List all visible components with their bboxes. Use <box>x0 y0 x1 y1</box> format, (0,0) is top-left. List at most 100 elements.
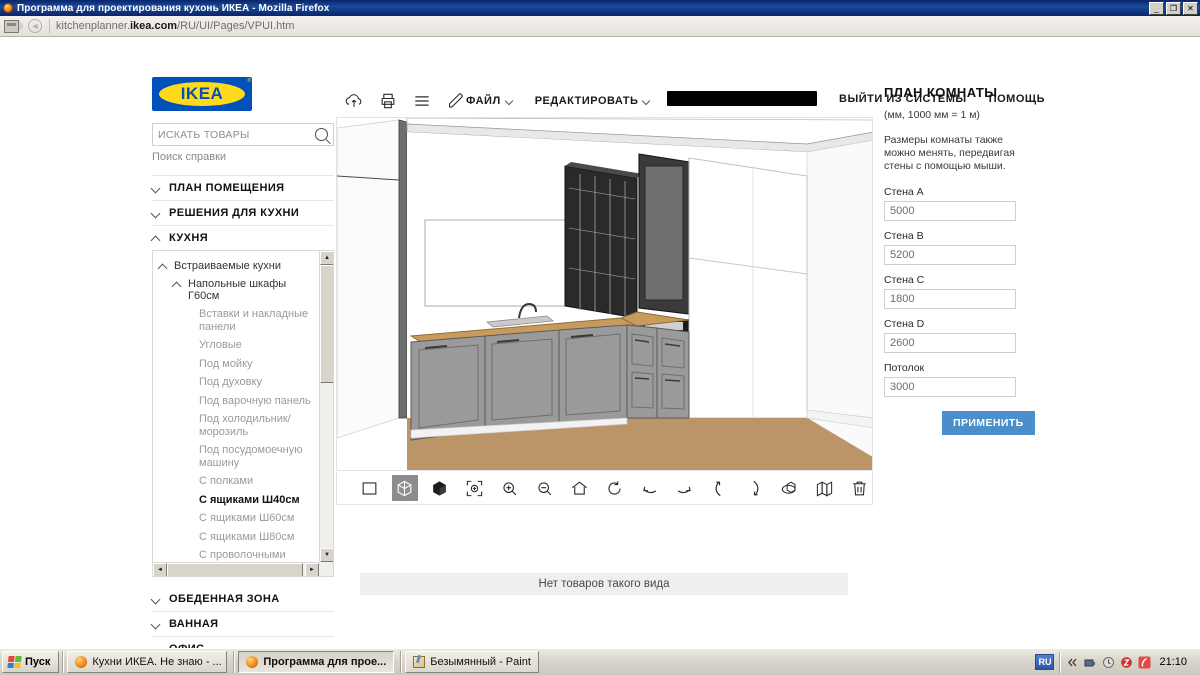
sidebar-section-label: ОБЕДЕННАЯ ЗОНА <box>169 593 280 605</box>
sidebar-section-label: ВАННАЯ <box>169 618 219 630</box>
cube-wireframe-icon[interactable] <box>391 475 418 501</box>
list-item[interactable]: С полками <box>159 472 315 491</box>
zoom-to-fit-icon[interactable] <box>462 475 488 501</box>
wall-d-input[interactable] <box>884 333 1016 353</box>
list-item[interactable]: Вставки и накладные панели <box>159 305 315 336</box>
url-suffix: /RU/UI/Pages/VPUI.htm <box>177 20 295 32</box>
category-base-cabinets[interactable]: Напольные шкафы Г60см <box>159 275 315 305</box>
category-scroll-panel[interactable]: Встраиваемые кухни Напольные шкафы Г60см… <box>152 250 334 577</box>
antivirus-icon[interactable] <box>1120 656 1133 669</box>
chevron-up-icon <box>152 234 161 243</box>
close-button[interactable]: ✕ <box>1183 1 1198 15</box>
scroll-up-button[interactable]: ▲ <box>320 251 333 265</box>
rotate-up-icon[interactable] <box>602 475 628 501</box>
clock-shield-icon[interactable] <box>1102 656 1115 669</box>
start-label: Пуск <box>25 656 51 668</box>
taskbar-item-label: Кухни ИКЕА. Не знаю - ... <box>92 656 222 668</box>
delete-icon[interactable] <box>846 475 872 501</box>
restore-button[interactable]: ❐ <box>1166 1 1181 15</box>
list-item[interactable]: Под холодильник/морозиль <box>159 410 315 441</box>
sidebar-section-label: РЕШЕНИЯ ДЛЯ КУХНИ <box>169 207 300 219</box>
cube-solid-icon[interactable] <box>427 475 453 501</box>
language-indicator[interactable]: RU <box>1035 654 1055 670</box>
wall-a-input[interactable] <box>884 201 1016 221</box>
browser-toolbar: ◄ kitchenplanner.ikea.com/RU/UI/Pages/VP… <box>0 16 1200 37</box>
pencil-icon[interactable] <box>446 91 466 111</box>
list-icon[interactable] <box>412 91 432 111</box>
scroll-thumb-vertical[interactable] <box>320 265 333 383</box>
sidebar-section-bathroom[interactable]: ВАННАЯ <box>152 611 334 636</box>
chevron-down-icon <box>643 98 650 105</box>
ceiling-input[interactable] <box>884 377 1016 397</box>
vertical-scrollbar[interactable]: ▲ ▼ <box>319 251 333 562</box>
search-box[interactable] <box>152 123 334 146</box>
plan-2d-icon[interactable] <box>357 475 383 501</box>
horizontal-scrollbar[interactable]: ◄ ► <box>153 562 319 576</box>
tilt-down-icon[interactable] <box>741 475 767 501</box>
list-item[interactable]: С ящиками Ш60см <box>159 509 315 528</box>
list-item[interactable]: Под мойку <box>159 355 315 374</box>
search-input[interactable] <box>158 128 315 141</box>
category-label: Встраиваемые кухни <box>174 260 282 272</box>
rotate-left-icon[interactable] <box>637 475 663 501</box>
sidebar-section-kitchen[interactable]: КУХНЯ <box>152 225 334 250</box>
ceiling-label: Потолок <box>884 362 925 374</box>
back-arrow-icon[interactable]: ◄ <box>25 19 45 34</box>
wall-b-input[interactable] <box>884 245 1016 265</box>
scrollbar-corner <box>319 562 333 576</box>
list-item-selected[interactable]: С ящиками Ш40см <box>159 491 315 510</box>
zoom-in-icon[interactable] <box>497 475 523 501</box>
category-builtin-kitchens[interactable]: Встраиваемые кухни <box>159 257 315 275</box>
url-bar[interactable]: kitchenplanner.ikea.com/RU/UI/Pages/VPUI… <box>56 20 294 32</box>
sidebar-section-dining[interactable]: ОБЕДЕННАЯ ЗОНА <box>152 587 334 611</box>
cloud-upload-icon[interactable] <box>344 91 364 111</box>
sidebar-section-room-plan[interactable]: ПЛАН ПОМЕЩЕНИЯ <box>152 175 334 200</box>
category-list: Встраиваемые кухни Напольные шкафы Г60см… <box>153 251 319 562</box>
list-item[interactable]: Под духовку <box>159 373 315 392</box>
ikea-logo[interactable]: IKEA ® <box>152 77 252 111</box>
walkthrough-icon[interactable] <box>811 475 837 501</box>
scroll-down-button[interactable]: ▼ <box>320 548 333 562</box>
taskbar-divider <box>233 651 236 673</box>
scroll-left-button[interactable]: ◄ <box>153 563 167 576</box>
print-icon[interactable] <box>378 91 398 111</box>
taskbar-item-firefox-1[interactable]: Кухни ИКЕА. Не знаю - ... <box>67 651 228 673</box>
list-item[interactable]: Угловые <box>159 336 315 355</box>
window-titlebar[interactable]: Программа для проектирования кухонь ИКЕА… <box>0 0 1200 16</box>
menu-edit[interactable]: РЕДАКТИРОВАТЬ <box>535 95 651 107</box>
menu-edit-label: РЕДАКТИРОВАТЬ <box>534 95 639 107</box>
zoom-out-icon[interactable] <box>532 475 558 501</box>
list-item[interactable]: С ящиками Ш80см <box>159 528 315 547</box>
kitchen-3d-viewport[interactable] <box>336 117 873 471</box>
wall-c-input[interactable] <box>884 289 1016 309</box>
clock[interactable]: 21:10 <box>1159 656 1187 668</box>
show-hidden-icons[interactable] <box>1066 656 1079 669</box>
no-products-text: Нет товаров такого вида <box>538 578 670 590</box>
start-button[interactable]: Пуск <box>2 651 60 673</box>
orbit-icon[interactable] <box>776 475 802 501</box>
menu-file[interactable]: ФАЙЛ <box>466 95 513 107</box>
list-item[interactable]: С проволочными корзинами <box>159 546 315 562</box>
tilt-up-icon[interactable] <box>706 475 732 501</box>
chevron-down-icon <box>152 209 161 218</box>
search-icon[interactable] <box>315 128 328 141</box>
site-identity-icon[interactable] <box>4 19 24 34</box>
firefox-icon <box>3 3 13 13</box>
viewport-toolbar <box>336 472 873 505</box>
rotate-right-icon[interactable] <box>671 475 697 501</box>
window-title: Программа для проектирования кухонь ИКЕА… <box>17 2 330 14</box>
apply-button[interactable]: ПРИМЕНИТЬ <box>942 411 1035 435</box>
media-icon[interactable] <box>1138 656 1151 669</box>
minimize-button[interactable]: _ <box>1149 1 1164 15</box>
scroll-right-button[interactable]: ► <box>305 563 319 576</box>
network-icon[interactable] <box>1084 656 1097 669</box>
taskbar-item-paint[interactable]: Безымянный - Paint <box>405 651 539 673</box>
taskbar-item-firefox-2[interactable]: Программа для прое... <box>238 651 395 673</box>
kitchen-3d-render <box>337 118 872 470</box>
list-item[interactable]: Под варочную панель <box>159 392 315 411</box>
sidebar-section-kitchen-solutions[interactable]: РЕШЕНИЯ ДЛЯ КУХНИ <box>152 200 334 225</box>
search-help-link[interactable]: Поиск справки <box>152 151 334 163</box>
list-item[interactable]: Под посудомоечную машину <box>159 441 315 472</box>
scroll-thumb-horizontal[interactable] <box>167 563 303 576</box>
home-view-icon[interactable] <box>567 475 593 501</box>
